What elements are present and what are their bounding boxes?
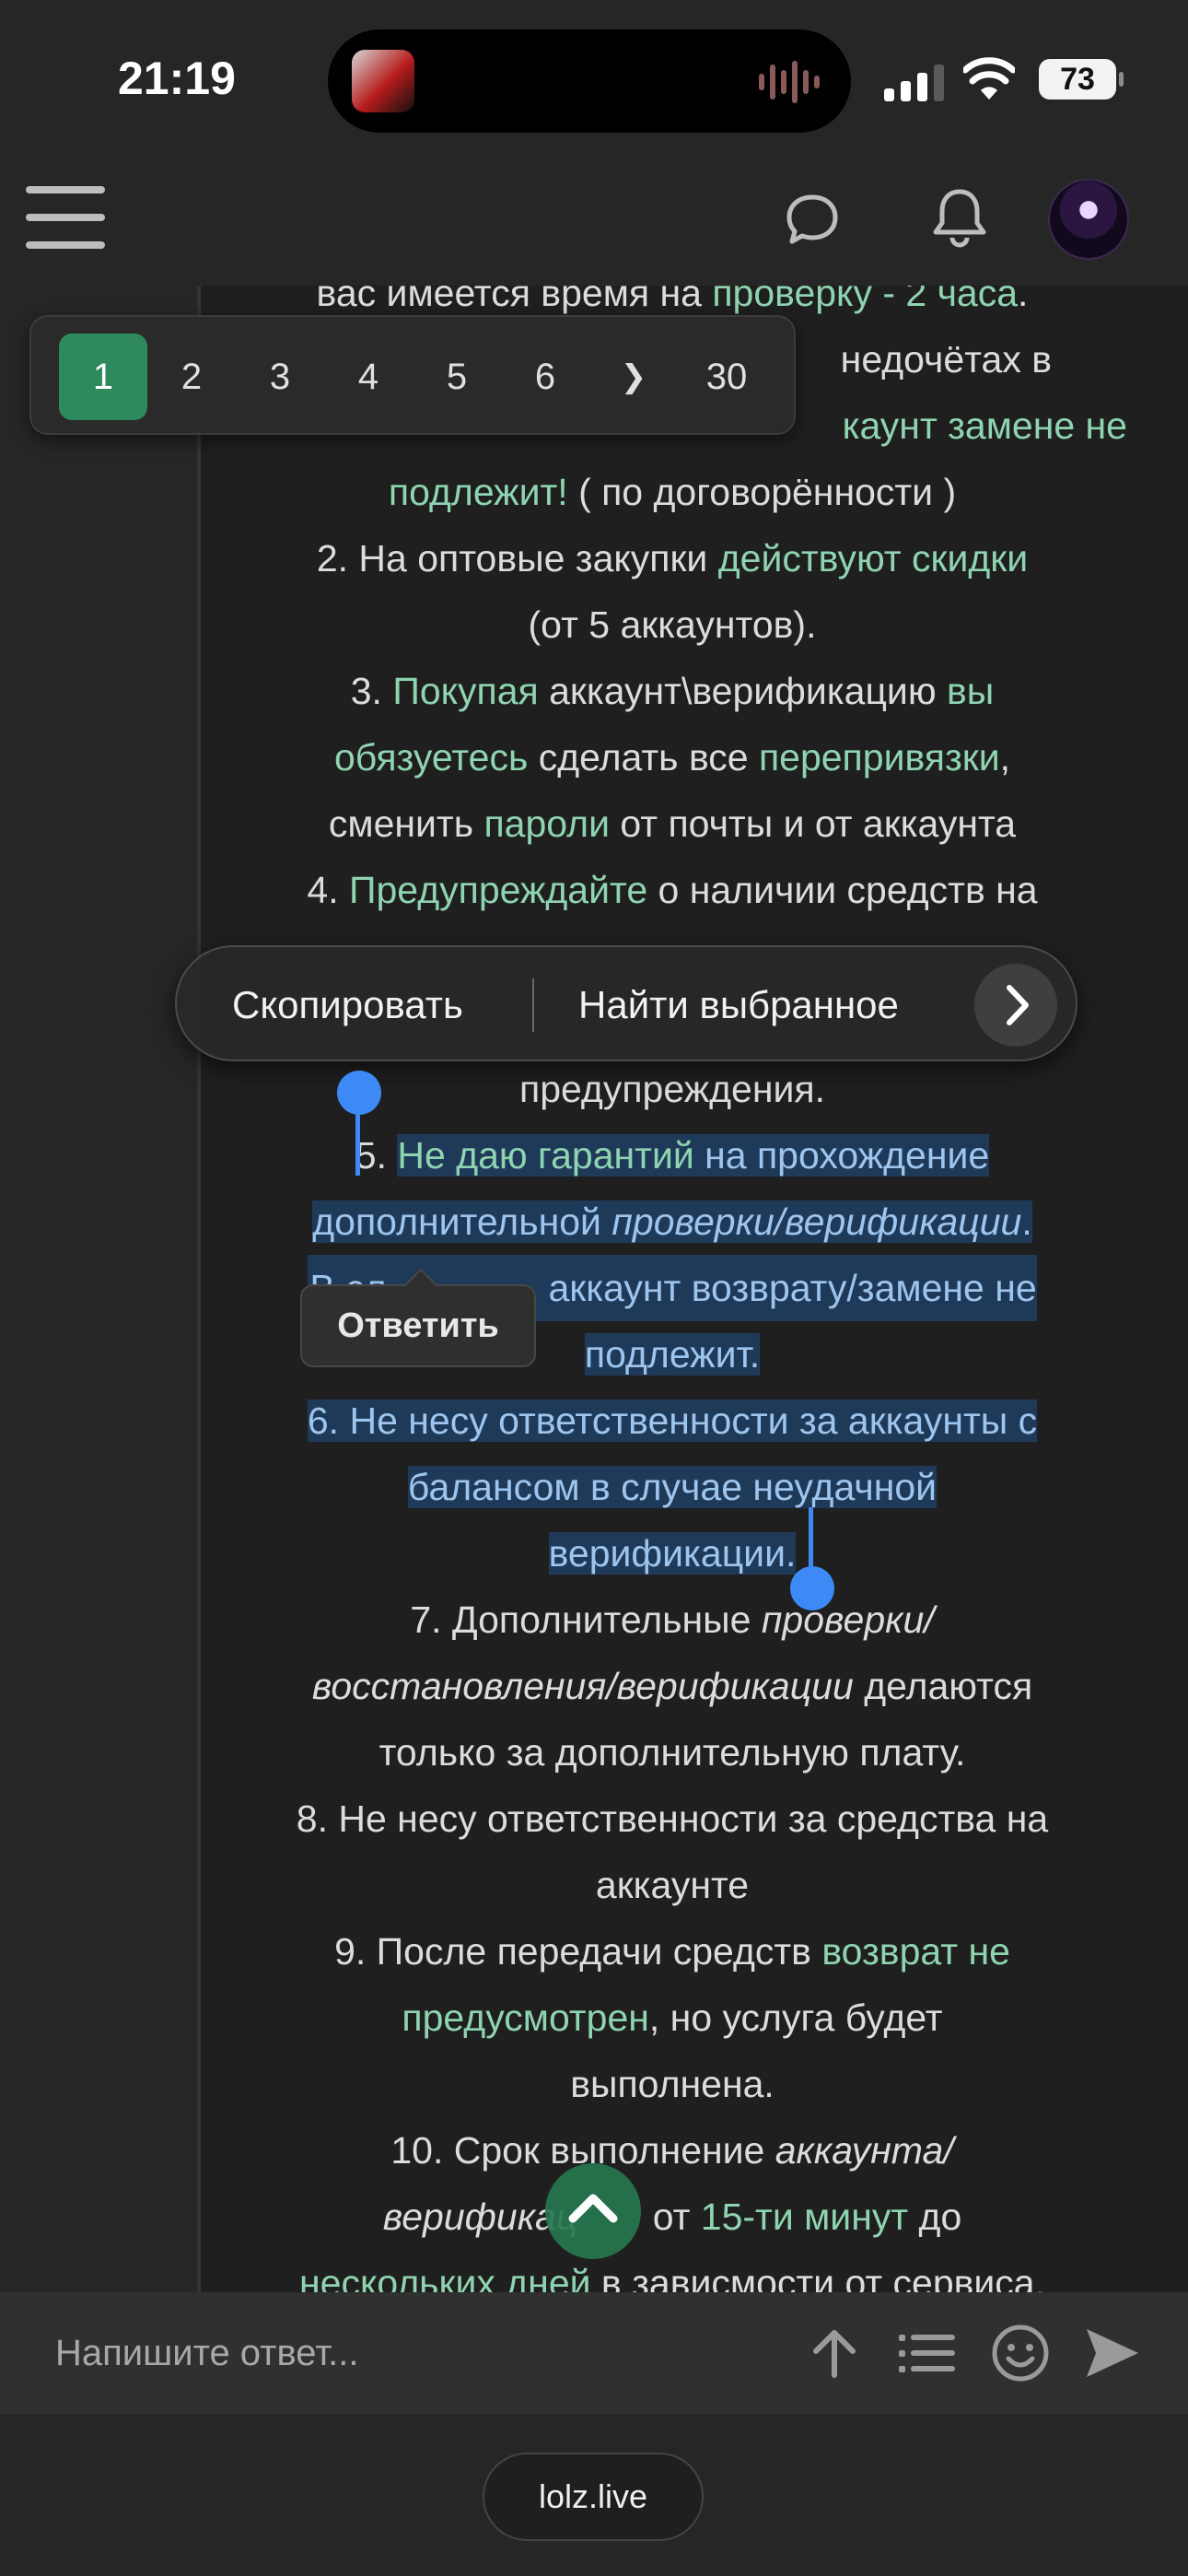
post-line: балансом в случае неудачной (407, 1466, 938, 1508)
next-page-button[interactable]: ❯ (589, 334, 678, 420)
browser-bottom-bar: lolz.live (0, 2414, 1188, 2576)
more-options-button[interactable] (974, 964, 1057, 1047)
send-icon[interactable] (1083, 2324, 1142, 2383)
find-selection-button[interactable]: Найти выбранное (578, 947, 899, 1063)
post-line: дополнительной проверки/верификации. (312, 1200, 1032, 1243)
post-line: сменить пароли от почты и от аккаунта (328, 802, 1017, 845)
post-line: 7. Дополнительные проверки/ (410, 1598, 935, 1641)
dynamic-island[interactable] (328, 29, 851, 133)
reply-tooltip-button[interactable]: Ответить (300, 1284, 536, 1367)
post-line: 2. На оптовые закупки действуют скидки (316, 537, 1029, 580)
post-line: 8. Не несу ответственности за средства н… (296, 1797, 1049, 1840)
post-line: верификац от 15-ти минут до (382, 2195, 962, 2238)
page-5-button[interactable]: 5 (413, 334, 501, 420)
pagination: 1 2 3 4 5 6 ❯ 30 (29, 315, 796, 435)
status-bar: 21:19 73 (0, 0, 1188, 157)
chat-bubble-icon[interactable] (785, 192, 840, 247)
copy-button[interactable]: Скопировать (232, 947, 463, 1063)
hamburger-icon[interactable] (26, 184, 105, 251)
post-line: 6. Не несу ответственности за аккаунты с (307, 1399, 1038, 1442)
post-line: 4. Предупреждайте о наличии средств на (307, 869, 1038, 911)
battery-indicator: 73 (1039, 59, 1124, 100)
smile-icon[interactable] (991, 2324, 1050, 2383)
reply-input[interactable]: Напишите ответ... (55, 2292, 358, 2414)
post-border (197, 267, 201, 2294)
post-line: 5. Не даю гарантий на прохождение (355, 1134, 990, 1177)
scroll-to-top-button[interactable] (545, 2163, 641, 2259)
top-app-bar (0, 157, 1188, 286)
arrow-up-icon[interactable] (805, 2324, 864, 2383)
list-icon[interactable] (897, 2324, 956, 2383)
post-line: 9. После передачи средств возврат не (334, 1930, 1010, 1973)
page-3-button[interactable]: 3 (236, 334, 324, 420)
post-line: восстановления/верификации делаются (311, 1665, 1033, 1707)
reply-bar: Напишите ответ... (0, 2292, 1188, 2414)
url-pill[interactable]: lolz.live (483, 2453, 704, 2541)
menu-divider (532, 978, 534, 1032)
wifi-icon (963, 57, 1015, 100)
post-line: только за дополнительную плату. (379, 1731, 966, 1774)
avatar[interactable] (1048, 179, 1129, 260)
selection-start-caret (355, 1104, 360, 1176)
post-line: верификации. (548, 1532, 797, 1575)
selection-end-handle[interactable] (790, 1566, 834, 1610)
page-6-button[interactable]: 6 (501, 334, 589, 420)
post-line: предусмотрен, но услуга будет (402, 1996, 943, 2039)
post-line: 3. Покупая аккаунт\верификацию вы (350, 670, 995, 712)
chevron-up-icon (568, 2194, 618, 2223)
now-playing-artwork (352, 50, 414, 112)
last-page-button[interactable]: 30 (676, 334, 777, 420)
page-1-button[interactable]: 1 (59, 334, 147, 420)
post-line: 10. Срок выполнение аккаунта/ (390, 2129, 954, 2172)
post-line: аккаунте (595, 1864, 750, 1906)
bell-icon[interactable] (930, 186, 989, 249)
text-selection-menu: Скопировать Найти выбранное (175, 945, 1077, 1061)
cellular-signal-icon (884, 64, 944, 101)
clock: 21:19 (118, 53, 236, 104)
audio-wave-icon (759, 61, 820, 103)
page-4-button[interactable]: 4 (324, 334, 413, 420)
post-line: выполнена. (570, 2063, 775, 2105)
page-2-button[interactable]: 2 (147, 334, 236, 420)
post-line: подлежит! ( по договорённости ) (388, 471, 957, 513)
chevron-right-icon (1007, 985, 1029, 1025)
post-line: обязуетесь сделать все перепривязки, (333, 736, 1011, 779)
post-line: (от 5 аккаунтов). (528, 603, 817, 646)
